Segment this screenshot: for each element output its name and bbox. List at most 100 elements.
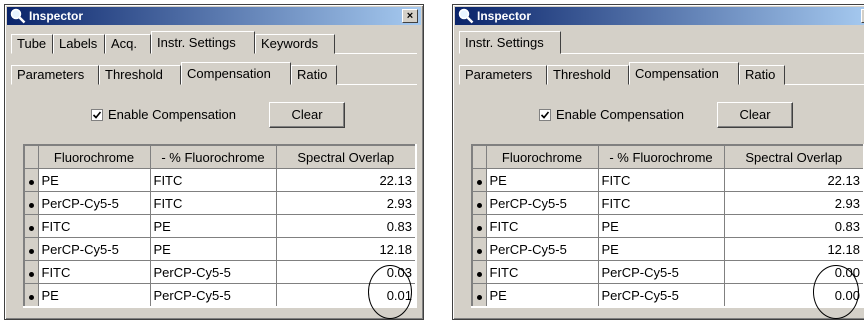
highlight-circle — [368, 265, 412, 319]
spectral-overlap-cell[interactable]: 22.13 — [275, 168, 417, 192]
minus-fluorochrome-cell: PerCP-Cy5-5 — [149, 283, 277, 308]
inspector-window-left: Inspector × Tube Labels Acq. Instr. Sett… — [4, 4, 424, 320]
minus-fluorochrome-cell: FITC — [597, 168, 725, 192]
tab-instr-settings[interactable]: Instr. Settings — [459, 31, 561, 54]
tab-acq[interactable]: Acq. — [105, 34, 151, 54]
tab-tube[interactable]: Tube — [11, 34, 53, 54]
spectral-overlap-cell[interactable]: 0.83 — [723, 214, 864, 238]
header-fluorochrome[interactable]: Fluorochrome — [37, 144, 151, 169]
window-title: Inspector — [29, 9, 84, 23]
minus-fluorochrome-cell: PE — [597, 237, 725, 261]
table-row[interactable]: FITC PerCP-Cy5-5 0.03 — [23, 260, 417, 284]
table-row[interactable]: PerCP-Cy5-5 PE 12.18 — [471, 237, 864, 261]
row-selector-dot-icon — [28, 225, 34, 231]
row-selector[interactable] — [23, 168, 39, 192]
minus-fluorochrome-cell: PerCP-Cy5-5 — [597, 260, 725, 284]
spectral-overlap-cell[interactable]: 22.13 — [723, 168, 864, 192]
fluorochrome-cell: FITC — [37, 214, 151, 238]
fluorochrome-cell: PerCP-Cy5-5 — [37, 237, 151, 261]
fluorochrome-cell: FITC — [485, 260, 599, 284]
clear-button[interactable]: Clear — [717, 102, 793, 128]
spectral-overlap-cell[interactable]: 2.93 — [275, 191, 417, 215]
tab-keywords[interactable]: Keywords — [255, 34, 335, 54]
table-row[interactable]: PerCP-Cy5-5 PE 12.18 — [23, 237, 417, 261]
corner-header — [23, 144, 39, 169]
row-selector[interactable] — [471, 214, 487, 238]
tab-ratio[interactable]: Ratio — [739, 65, 785, 85]
row-selector-dot-icon — [28, 179, 34, 185]
fluorochrome-cell: FITC — [37, 260, 151, 284]
spectral-overlap-cell[interactable]: 0.83 — [275, 214, 417, 238]
table-row[interactable]: FITC PE 0.83 — [471, 214, 864, 238]
table-row[interactable]: FITC PerCP-Cy5-5 0.00 — [471, 260, 864, 284]
close-icon[interactable]: × — [402, 9, 418, 23]
row-selector-dot-icon — [476, 271, 482, 277]
minus-fluorochrome-cell: PE — [597, 214, 725, 238]
checkmark-icon[interactable] — [91, 109, 103, 121]
enable-compensation-checkbox[interactable]: Enable Compensation — [539, 106, 684, 124]
minus-fluorochrome-cell: PerCP-Cy5-5 — [149, 260, 277, 284]
row-selector[interactable] — [23, 214, 39, 238]
row-selector[interactable] — [23, 283, 39, 308]
row-selector-dot-icon — [476, 294, 482, 300]
main-tab-strip: Tube Labels Acq. Instr. Settings Keyword… — [11, 31, 417, 54]
tab-ratio[interactable]: Ratio — [291, 65, 337, 85]
tab-threshold[interactable]: Threshold — [99, 65, 181, 85]
compensation-table: Fluorochrome - % Fluorochrome Spectral O… — [471, 144, 864, 308]
row-selector[interactable] — [471, 168, 487, 192]
minus-fluorochrome-cell: PE — [149, 237, 277, 261]
minus-fluorochrome-cell: FITC — [149, 191, 277, 215]
tab-compensation[interactable]: Compensation — [181, 62, 291, 85]
row-selector[interactable] — [471, 191, 487, 215]
table-header-row: Fluorochrome - % Fluorochrome Spectral O… — [23, 144, 417, 169]
fluorochrome-cell: PE — [37, 283, 151, 308]
checkmark-icon[interactable] — [539, 109, 551, 121]
fluorochrome-cell: PE — [485, 283, 599, 308]
table-row[interactable]: PE PerCP-Cy5-5 0.01 — [23, 283, 417, 308]
compensation-table: Fluorochrome - % Fluorochrome Spectral O… — [23, 144, 417, 308]
spectral-overlap-cell[interactable]: 2.93 — [723, 191, 864, 215]
tab-threshold[interactable]: Threshold — [547, 65, 629, 85]
magnifier-icon — [458, 8, 474, 24]
row-selector[interactable] — [23, 191, 39, 215]
row-selector-dot-icon — [28, 294, 34, 300]
table-row[interactable]: PerCP-Cy5-5 FITC 2.93 — [471, 191, 864, 215]
tab-parameters[interactable]: Parameters — [459, 65, 547, 85]
row-selector[interactable] — [23, 237, 39, 261]
tab-parameters[interactable]: Parameters — [11, 65, 99, 85]
tab-labels[interactable]: Labels — [53, 34, 105, 54]
header-fluorochrome[interactable]: Fluorochrome — [485, 144, 599, 169]
minus-fluorochrome-cell: PE — [149, 214, 277, 238]
minus-fluorochrome-cell: PerCP-Cy5-5 — [597, 283, 725, 308]
table-row[interactable]: PE FITC 22.13 — [471, 168, 864, 192]
title-bar[interactable]: Inspector × — [455, 7, 864, 25]
table-row[interactable]: PerCP-Cy5-5 FITC 2.93 — [23, 191, 417, 215]
spectral-overlap-cell[interactable]: 12.18 — [275, 237, 417, 261]
fluorochrome-cell: FITC — [485, 214, 599, 238]
highlight-circle — [813, 265, 859, 319]
row-selector[interactable] — [471, 283, 487, 308]
row-selector[interactable] — [471, 237, 487, 261]
enable-compensation-checkbox[interactable]: Enable Compensation — [91, 106, 236, 124]
table-row[interactable]: FITC PE 0.83 — [23, 214, 417, 238]
row-selector-dot-icon — [28, 202, 34, 208]
minus-fluorochrome-cell: FITC — [597, 191, 725, 215]
header-minus-fluorochrome[interactable]: - % Fluorochrome — [597, 144, 725, 169]
magnifier-icon — [10, 8, 26, 24]
window-title: Inspector — [477, 9, 532, 23]
tab-instr-settings[interactable]: Instr. Settings — [151, 31, 255, 54]
row-selector[interactable] — [23, 260, 39, 284]
header-spectral-overlap[interactable]: Spectral Overlap — [275, 144, 417, 169]
table-row[interactable]: PE PerCP-Cy5-5 0.00 — [471, 283, 864, 308]
tab-compensation[interactable]: Compensation — [629, 62, 739, 85]
table-row[interactable]: PE FITC 22.13 — [23, 168, 417, 192]
spectral-overlap-cell[interactable]: 12.18 — [723, 237, 864, 261]
sub-tab-strip: Parameters Threshold Compensation Ratio — [459, 62, 864, 85]
minus-fluorochrome-cell: FITC — [149, 168, 277, 192]
row-selector[interactable] — [471, 260, 487, 284]
header-minus-fluorochrome[interactable]: - % Fluorochrome — [149, 144, 277, 169]
header-spectral-overlap[interactable]: Spectral Overlap — [723, 144, 864, 169]
title-bar[interactable]: Inspector × — [7, 7, 421, 25]
corner-header — [471, 144, 487, 169]
clear-button[interactable]: Clear — [269, 102, 345, 128]
